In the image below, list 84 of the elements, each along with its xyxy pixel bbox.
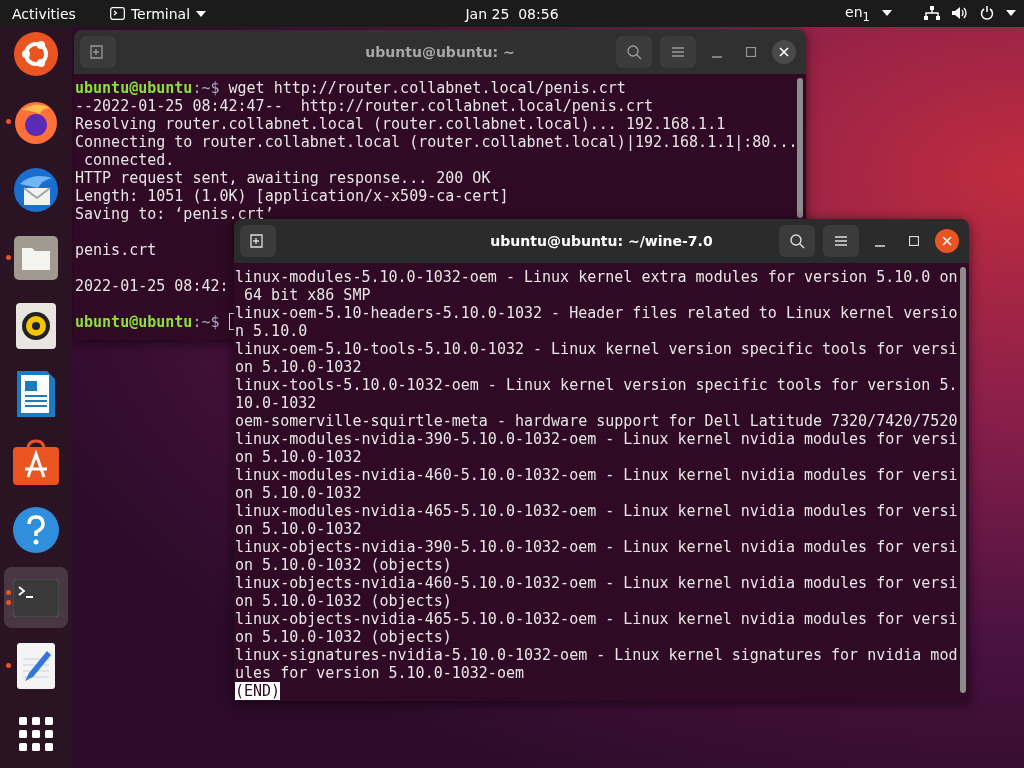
output-line: linux-objects-nvidia-465-5.10.0-1032-oem - Linux kernel nvidia modules for versi	[235, 610, 958, 628]
search-icon	[626, 44, 642, 60]
terminal-icon[interactable]	[13, 578, 59, 617]
pencil-editor-icon[interactable]	[17, 642, 55, 689]
help-icon[interactable]	[13, 506, 59, 553]
caret-icon	[1006, 10, 1016, 17]
close-icon	[942, 236, 952, 246]
output-line: Saving to: ‘penis.crt’	[75, 205, 274, 223]
output-line: linux-signatures-nvidia-5.10.0-1032-oem - Linux kernel signatures for nvidia mod	[235, 646, 958, 664]
caret-icon	[882, 10, 892, 17]
search-icon	[789, 233, 805, 249]
output-line: linux-modules-nvidia-390-5.10.0-1032-oem - Linux kernel nvidia modules for versi	[235, 430, 958, 448]
caret-icon	[196, 10, 207, 17]
output-line: n 5.10.0	[235, 322, 308, 340]
input-source[interactable]: en$_{1}$	[845, 3, 870, 24]
volume-icon[interactable]	[952, 6, 968, 21]
menu-icon	[834, 235, 848, 247]
minimize-icon	[875, 245, 885, 247]
output-line: linux-tools-5.10.0-1032-oem - Linux kernel version specific tools for version 5.	[235, 376, 958, 394]
output-line: on 5.10.0-1032	[235, 484, 362, 502]
terminal-icon	[109, 7, 125, 20]
output-line: penis.crt	[75, 241, 157, 259]
window-title: ubuntu@ubuntu: ~	[365, 44, 515, 60]
document-icon[interactable]	[17, 370, 55, 417]
output-line: on 5.10.0-1032	[235, 520, 362, 538]
output-line: linux-modules-5.10.0-1032-oem - Linux kernel extra modules for version 5.10.0 on	[235, 268, 958, 286]
dock-item-active[interactable]	[4, 567, 68, 628]
new-tab-button[interactable]	[80, 36, 116, 68]
menu-button[interactable]	[823, 225, 859, 257]
output-line: 2022-01-25 08:42:	[75, 277, 229, 295]
output-line: Resolving router.collabnet.local (router.collabnet.local)... 192.168.1.1	[75, 115, 726, 133]
output-line: on 5.10.0-1032 (objects)	[235, 628, 452, 646]
scrollbar-thumb[interactable]	[797, 78, 803, 218]
bird-mail-icon[interactable]	[12, 165, 60, 214]
speaker-icon[interactable]	[16, 302, 56, 349]
ubuntu-logo-icon[interactable]	[12, 29, 60, 78]
output-line: Length: 1051 (1.0K) [application/x-x509-ca-cert]	[75, 187, 509, 205]
output-line: connected.	[83, 151, 175, 169]
power-icon[interactable]	[980, 6, 994, 21]
output-line: oem-somerville-squirtle-meta - hardware support for Dell Latitude 7320/7420/7520	[235, 412, 958, 430]
apps-grid-icon[interactable]	[19, 716, 53, 751]
output-line: --2022-01-25 08:42:47-- http://router.collabnet.local/penis.crt	[75, 97, 653, 115]
output-line: ules for version 5.10.0-1032-oem	[235, 664, 524, 682]
new-tab-icon	[250, 234, 266, 248]
scrollbar-thumb[interactable]	[960, 267, 966, 693]
output-line: linux-objects-nvidia-460-5.10.0-1032-oem - Linux kernel nvidia modules for versi	[235, 574, 958, 592]
app-menu[interactable]: Terminal	[109, 5, 207, 22]
search-button[interactable]	[616, 36, 652, 68]
minimize-icon	[712, 56, 722, 58]
command-text: wget http://router.collabnet.local/penis.crt	[228, 79, 626, 97]
output-line: linux-oem-5.10-tools-5.10.0-1032 - Linux kernel version specific tools for versi	[235, 340, 958, 358]
output-line: on 5.10.0-1032 (objects)	[235, 556, 452, 574]
close-button[interactable]	[772, 40, 796, 64]
new-tab-button[interactable]	[240, 225, 276, 257]
prompt-user: ubuntu@ubuntu	[75, 313, 193, 331]
window-title: ubuntu@ubuntu: ~/wine-7.0	[490, 233, 713, 249]
maximize-icon	[909, 236, 919, 246]
maximize-icon	[746, 47, 756, 57]
new-tab-icon	[90, 45, 106, 59]
pager-end-marker: (END)	[235, 682, 281, 700]
prompt-user: ubuntu@ubuntu	[75, 79, 193, 97]
output-line: 64 bit x86 SMP	[243, 286, 371, 304]
clock[interactable]: Jan 25 08:56	[465, 5, 559, 22]
prompt-path: :~$	[192, 79, 220, 97]
menu-icon	[671, 46, 685, 58]
menu-button[interactable]	[660, 36, 696, 68]
output-line: linux-modules-nvidia-460-5.10.0-1032-oem - Linux kernel nvidia modules for versi	[235, 466, 958, 484]
output-line: on 5.10.0-1032	[235, 358, 362, 376]
close-icon	[779, 47, 789, 57]
output-line: Connecting to router.collabnet.local (router.collabnet.local)|192.168.1.1|:80...	[75, 133, 798, 151]
output-line: on 5.10.0-1032	[235, 448, 362, 466]
output-line: linux-objects-nvidia-390-5.10.0-1032-oem - Linux kernel nvidia modules for versi	[235, 538, 958, 556]
output-line: HTTP request sent, awaiting response... 200 OK	[75, 169, 491, 187]
close-button[interactable]	[935, 229, 959, 253]
folder-icon[interactable]	[14, 235, 58, 280]
activities-button[interactable]: Activities	[12, 5, 76, 22]
prompt-path: :~$	[192, 313, 220, 331]
search-button[interactable]	[779, 225, 815, 257]
shopping-bag-icon[interactable]	[13, 438, 59, 485]
output-line: linux-modules-nvidia-465-5.10.0-1032-oem - Linux kernel nvidia modules for versi	[235, 502, 958, 520]
output-line: on 5.10.0-1032 (objects)	[235, 592, 452, 610]
network-icon[interactable]	[924, 6, 940, 21]
output-line: 10.0-1032	[235, 394, 317, 412]
output-line: linux-oem-5.10-headers-5.10.0-1032 - Header files related to Linux kernel versio	[235, 304, 958, 322]
